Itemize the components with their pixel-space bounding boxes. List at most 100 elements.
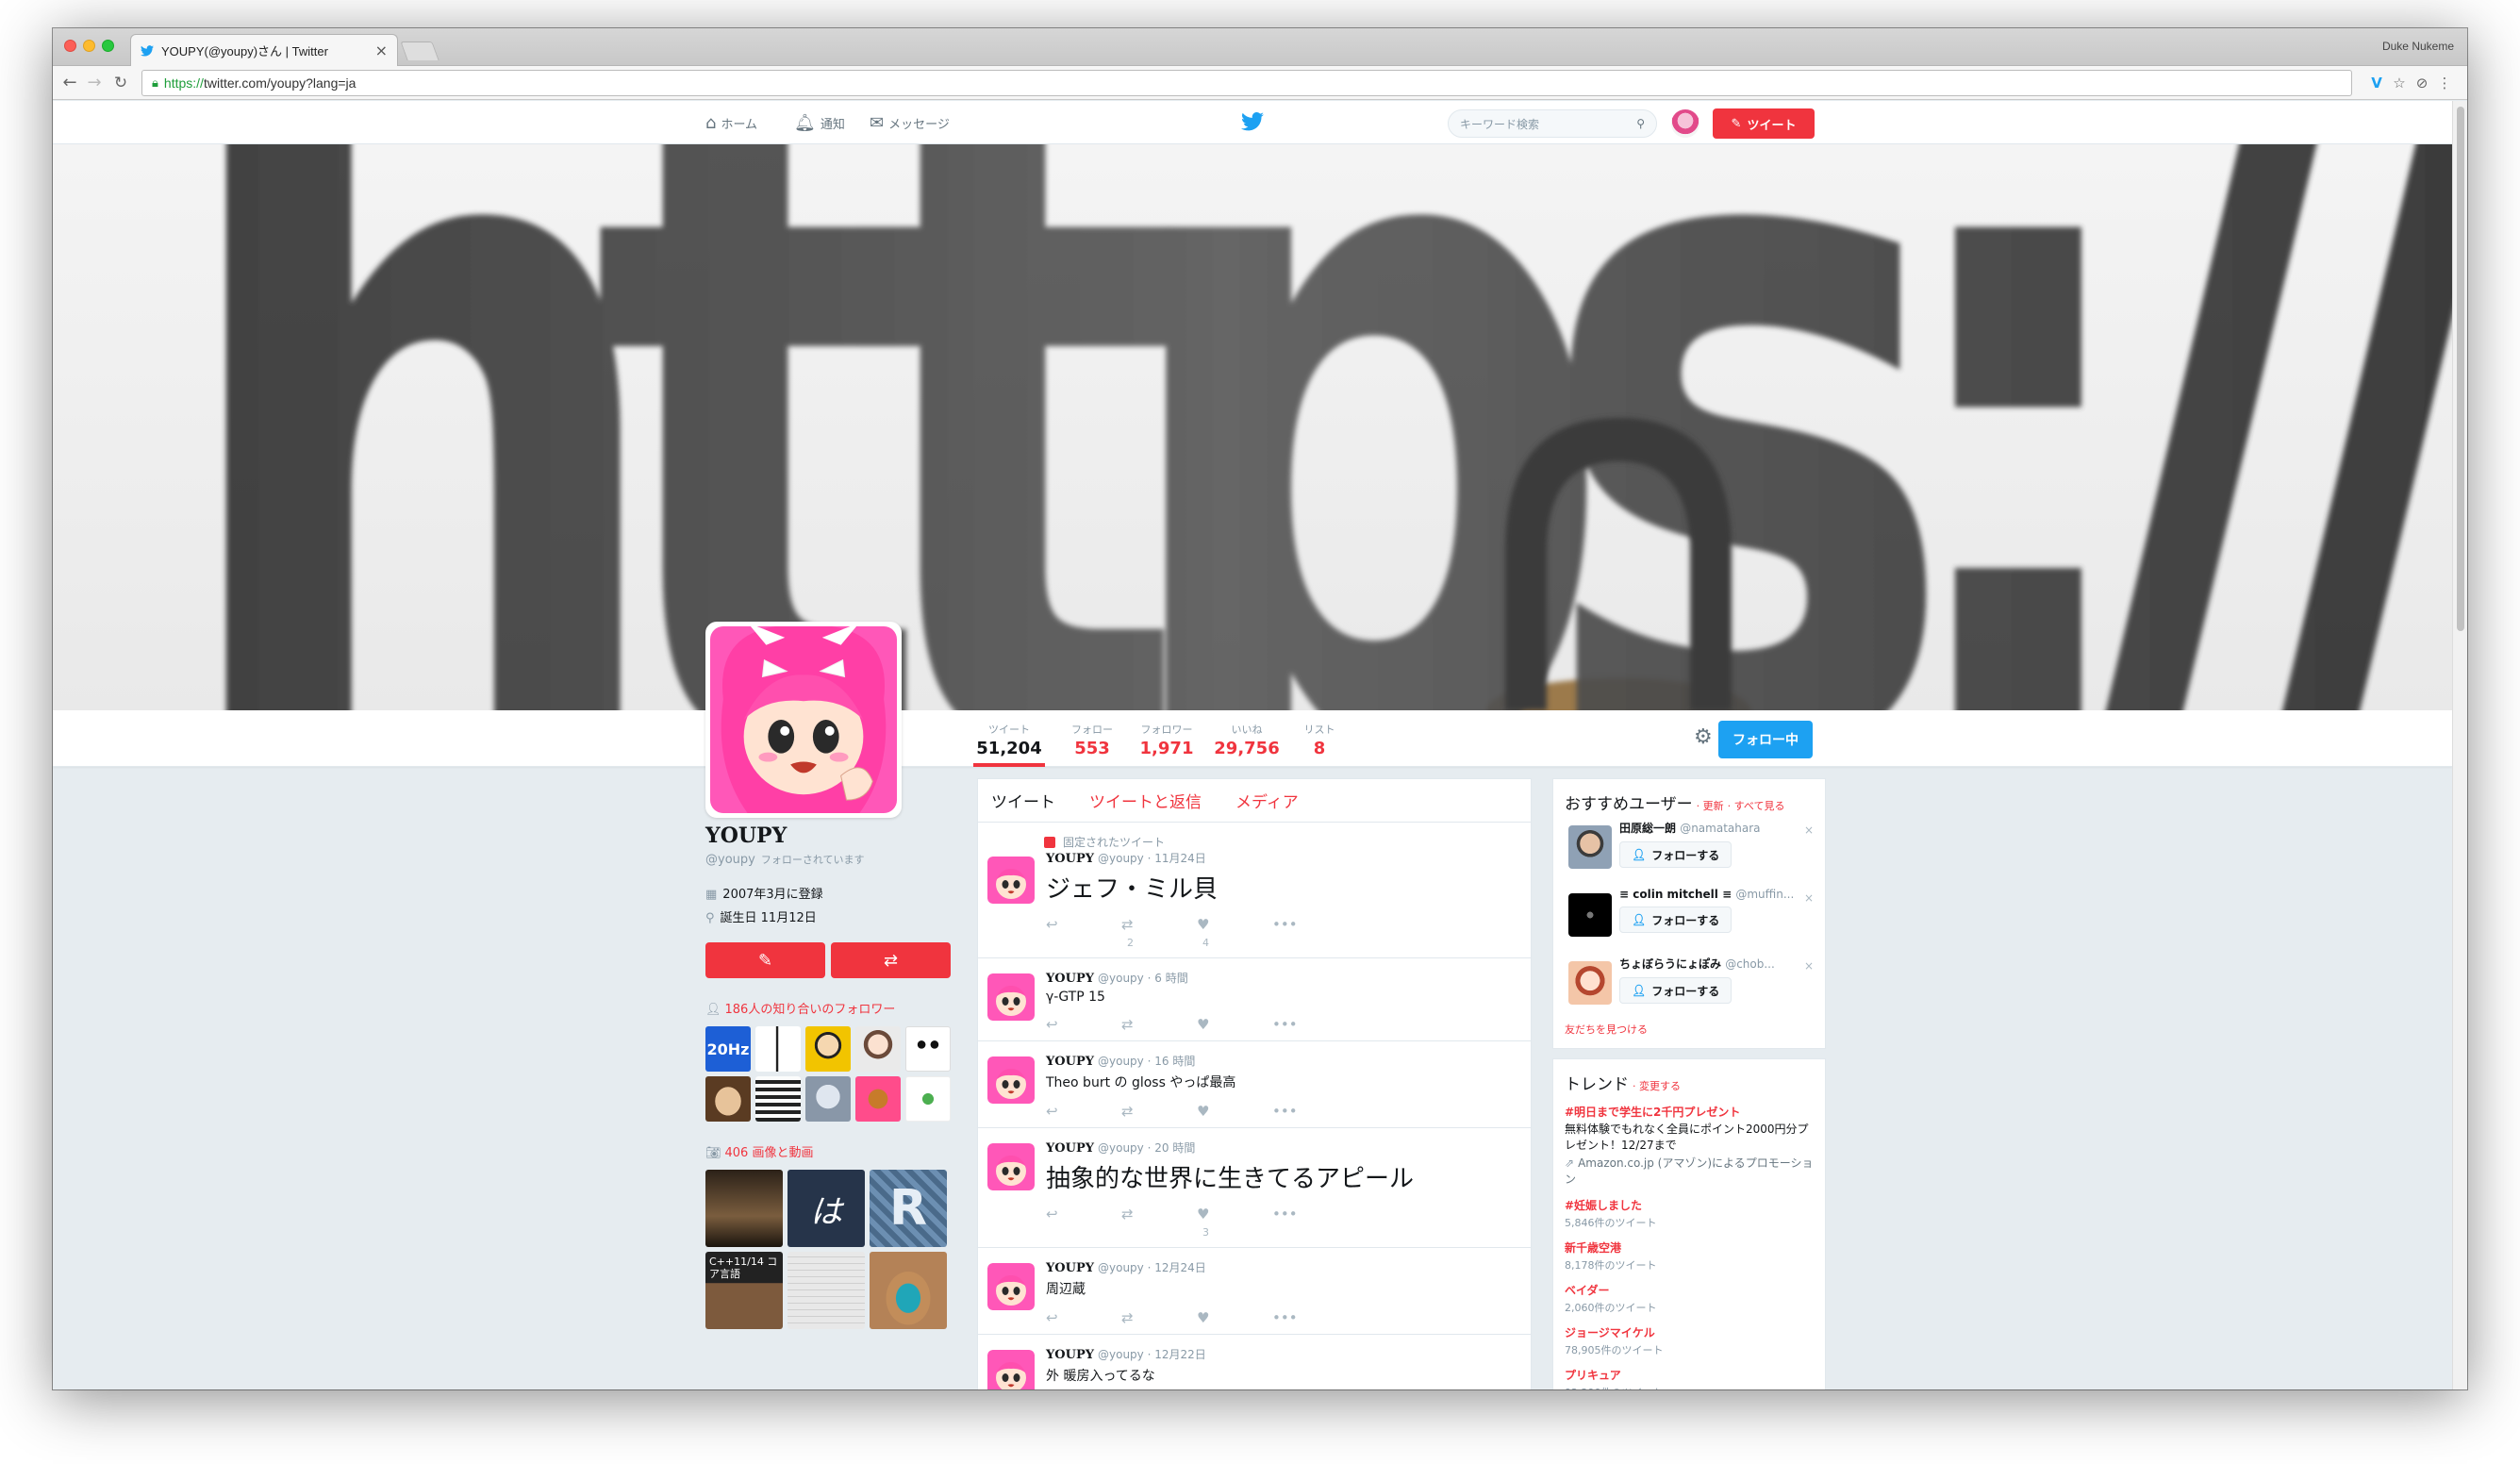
find-friends-link[interactable]: 友だちを見つける xyxy=(1565,1022,1814,1037)
menu-dots-icon[interactable]: ⋮ xyxy=(2435,74,2454,92)
tweet-author-name[interactable]: YOUPY xyxy=(1046,1055,1094,1069)
media-link[interactable]: 📷︎ 406 画像と動画 xyxy=(705,1142,956,1160)
tweet-author-name[interactable]: YOUPY xyxy=(1046,1348,1094,1362)
back-icon[interactable]: ← xyxy=(58,72,81,94)
follower-avatar[interactable] xyxy=(855,1026,901,1072)
like-action[interactable]: ♥ xyxy=(1197,1309,1272,1326)
dismiss-icon[interactable]: × xyxy=(1804,824,1814,837)
like-action[interactable]: ♥3 xyxy=(1197,1206,1272,1239)
extension-v-icon[interactable]: V xyxy=(2367,74,2386,92)
tweet-author-handle[interactable]: @youpy xyxy=(1098,1348,1144,1361)
reply-icon[interactable]: ↩ xyxy=(1046,916,1121,950)
more-icon[interactable]: ••• xyxy=(1272,1103,1348,1120)
tweet-timestamp[interactable]: · 20 時間 xyxy=(1148,1141,1196,1155)
avatar[interactable] xyxy=(1568,893,1612,937)
trend-item[interactable]: ベイダー 2,060件のツイート xyxy=(1565,1282,1814,1315)
follow-button[interactable]: 👤︎ フォローする xyxy=(1619,977,1732,1004)
stat-followers[interactable]: フォロワー 1,971 xyxy=(1136,722,1198,767)
tab-tweets-and-replies[interactable]: ツイートと返信 xyxy=(1089,789,1202,812)
follower-avatar[interactable] xyxy=(855,1076,901,1122)
like-action[interactable]: ♥4 xyxy=(1197,916,1272,950)
follow-button[interactable]: 👤︎ フォローする xyxy=(1619,907,1732,933)
nav-home[interactable]: ⌂ ホーム xyxy=(705,101,757,144)
maximize-window-button[interactable] xyxy=(102,40,114,52)
retweet-action[interactable]: ⇄ xyxy=(1121,1206,1197,1239)
tab-close-button[interactable]: × xyxy=(375,42,388,59)
address-bar[interactable]: 🔒︎ https://twitter.com/youpy?lang=ja xyxy=(141,70,2352,96)
tweet-avatar[interactable] xyxy=(987,857,1035,904)
tweet-timestamp[interactable]: · 11月24日 xyxy=(1148,852,1206,865)
tweet[interactable]: YOUPY@youpy · 12月22日外 暖房入ってるな↩⇄♥1••• xyxy=(978,1335,1531,1389)
search-icon[interactable]: ⚲ xyxy=(1636,117,1645,130)
tweet-author-handle[interactable]: @youpy xyxy=(1098,972,1144,985)
forward-icon[interactable]: → xyxy=(83,72,106,94)
reply-icon[interactable]: ↩ xyxy=(1046,1309,1121,1326)
trend-item[interactable]: #妊娠しました 5,846件のツイート xyxy=(1565,1197,1814,1230)
followers-you-know-link[interactable]: 👤︎ 186人の知り合いのフォロワー xyxy=(705,999,956,1017)
trend-item[interactable]: プリキュア 92,290件のツイート xyxy=(1565,1367,1814,1389)
profile-avatar[interactable] xyxy=(705,622,902,818)
follower-avatar[interactable] xyxy=(805,1026,851,1072)
reply-icon[interactable]: ↩ xyxy=(1046,1206,1121,1239)
account-avatar[interactable] xyxy=(1671,109,1699,138)
trend-item[interactable]: ジョージマイケル 78,905件のツイート xyxy=(1565,1324,1814,1357)
more-icon[interactable]: ••• xyxy=(1272,1016,1348,1033)
follower-avatar[interactable] xyxy=(755,1026,801,1072)
media-thumbnail[interactable]: C++11/14 コア言語 xyxy=(705,1252,783,1329)
tweet-author-name[interactable]: YOUPY xyxy=(1046,972,1094,986)
tweet-author-handle[interactable]: @youpy xyxy=(1098,1261,1144,1274)
tweet[interactable]: YOUPY @youpy · 16 時間 Theo burt の gloss やっぱ… xyxy=(978,1041,1531,1128)
follower-avatar[interactable] xyxy=(905,1076,951,1122)
stat-following[interactable]: フォロー 553 xyxy=(1064,722,1120,767)
extension-icon[interactable]: ⊘ xyxy=(2412,74,2431,92)
follower-avatar[interactable]: 20Hz xyxy=(705,1026,751,1072)
more-icon[interactable]: ••• xyxy=(1272,1309,1348,1326)
follower-avatar[interactable] xyxy=(705,1076,751,1122)
bookmark-star-icon[interactable]: ☆ xyxy=(2390,74,2409,92)
stat-lists[interactable]: リスト 8 xyxy=(1296,722,1343,767)
tweet-avatar[interactable] xyxy=(987,1143,1035,1190)
tweet-to-button[interactable]: ✎ xyxy=(705,942,825,978)
tweet-author-handle[interactable]: @youpy xyxy=(1098,1055,1144,1068)
avatar[interactable] xyxy=(1568,961,1612,1005)
tweet-author-handle[interactable]: @youpy xyxy=(1098,1141,1144,1155)
media-thumbnail[interactable] xyxy=(870,1252,947,1329)
tab-tweets[interactable]: ツイート xyxy=(991,789,1055,812)
tweet-timestamp[interactable]: · 12月22日 xyxy=(1148,1348,1206,1361)
follow-button[interactable]: 👤︎ フォローする xyxy=(1619,841,1732,868)
media-thumbnail[interactable]: R xyxy=(870,1170,947,1247)
tweet-avatar[interactable] xyxy=(987,1056,1035,1104)
tweet-author-name[interactable]: YOUPY xyxy=(1046,852,1094,866)
promoted-trend[interactable]: #明日まで学生に2千円プレゼント 無料体験でもれなく全員にポイント2000円分プ… xyxy=(1565,1104,1814,1188)
media-thumbnail[interactable] xyxy=(705,1170,783,1247)
more-icon[interactable]: ••• xyxy=(1272,1206,1348,1239)
tweet-avatar[interactable] xyxy=(987,1350,1035,1389)
retweet-button[interactable]: ⇄ xyxy=(831,942,951,978)
avatar[interactable] xyxy=(1568,825,1612,869)
stat-tweets[interactable]: ツイート 51,204 xyxy=(973,722,1045,767)
reload-icon[interactable]: ↻ xyxy=(109,72,132,94)
see-all-link[interactable]: · すべて見る xyxy=(1728,800,1785,812)
suggested-user[interactable]: 田原総一朗 @namatahara 👤︎ フォローする × xyxy=(1565,820,1814,882)
suggested-user[interactable]: ≡ colin mitchell ≡ @muffin... 👤︎ フォローする × xyxy=(1565,888,1814,950)
tweet-author-name[interactable]: YOUPY xyxy=(1046,1261,1094,1275)
reply-icon[interactable]: ↩ xyxy=(1046,1103,1121,1120)
refresh-link[interactable]: · 更新 xyxy=(1697,800,1724,812)
suggested-user[interactable]: ちょぼらうにょぽみ @chob... 👤︎ フォローする × xyxy=(1565,956,1814,1018)
tweet-timestamp[interactable]: · 12月24日 xyxy=(1148,1261,1206,1274)
tweet[interactable]: YOUPY @youpy · 20 時間 抽象的な世界に生きてるアピール ↩ ⇄ ♥3 ••… xyxy=(978,1128,1531,1248)
new-tab-button[interactable] xyxy=(400,42,439,60)
tweet[interactable]: 固定されたツイート YOUPY @youpy · 11月24日 ジェフ・ミル貝 ↩ ⇄2 ♥… xyxy=(978,823,1531,958)
follower-avatar[interactable] xyxy=(755,1076,801,1122)
tweet-timestamp[interactable]: · 16 時間 xyxy=(1148,1055,1196,1068)
tweet-avatar[interactable] xyxy=(987,973,1035,1021)
trend-item[interactable]: 新千歳空港 8,178件のツイート xyxy=(1565,1239,1814,1273)
like-action[interactable]: ♥ xyxy=(1197,1016,1272,1033)
tweet-author-handle[interactable]: @youpy xyxy=(1098,852,1144,865)
change-trends-link[interactable]: · 変更する xyxy=(1633,1080,1681,1092)
following-button[interactable]: フォロー中 xyxy=(1718,721,1813,758)
twitter-bird-logo-icon[interactable] xyxy=(1241,112,1264,131)
retweet-action[interactable]: ⇄ xyxy=(1121,1103,1197,1120)
tweet-avatar[interactable] xyxy=(987,1263,1035,1310)
reply-icon[interactable]: ↩ xyxy=(1046,1016,1121,1033)
